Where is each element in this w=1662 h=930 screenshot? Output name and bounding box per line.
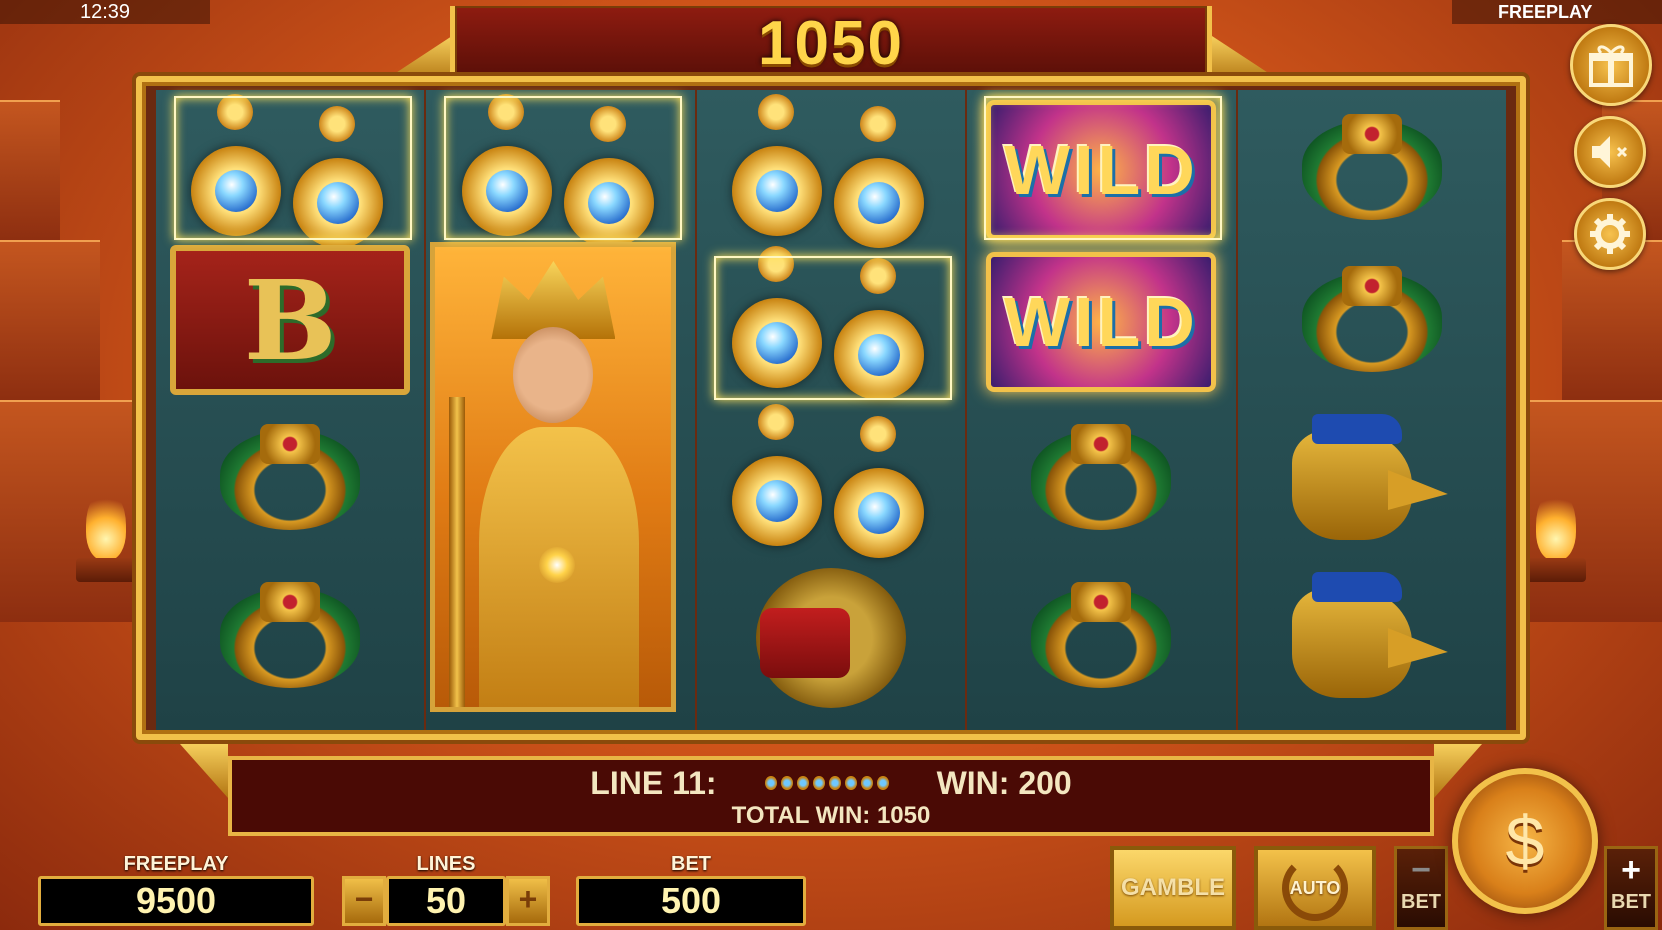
wild-label: WILD bbox=[1004, 283, 1199, 361]
lines-caption: LINES bbox=[416, 853, 476, 875]
plus-icon: + bbox=[1621, 851, 1641, 889]
bonus-b-icon: B bbox=[170, 245, 411, 395]
earring-icon bbox=[732, 94, 828, 236]
ring-icon bbox=[220, 424, 361, 530]
win-line-highlight bbox=[714, 256, 952, 400]
bet-increase-button[interactable]: + BET bbox=[1604, 846, 1658, 930]
minus-icon: − bbox=[1411, 851, 1431, 889]
money-bag-icon: $ bbox=[1505, 802, 1545, 880]
earring-icon bbox=[732, 404, 828, 546]
autoplay-button[interactable]: AUTO bbox=[1254, 846, 1376, 930]
bet-meter: BET 500 bbox=[576, 852, 806, 926]
wild-icon: WILD bbox=[986, 252, 1217, 392]
reel-3 bbox=[696, 90, 966, 730]
ring-icon bbox=[1301, 266, 1442, 372]
symbol-eagle-mask bbox=[1238, 558, 1506, 718]
symbol-earrings bbox=[697, 400, 965, 560]
eagle-mask-icon bbox=[1291, 568, 1452, 708]
settings-button[interactable] bbox=[1574, 198, 1646, 270]
info-ornament-left bbox=[180, 744, 228, 798]
win-amount: 1050 bbox=[758, 9, 904, 78]
win-line-highlight bbox=[444, 96, 682, 240]
winning-symbols-icon bbox=[764, 776, 889, 790]
torch-flame-icon bbox=[1536, 490, 1576, 560]
symbol-ring bbox=[156, 558, 424, 718]
reel-5 bbox=[1237, 90, 1507, 730]
earring-icon bbox=[834, 106, 930, 248]
win-amount-banner: 1050 bbox=[450, 6, 1212, 82]
symbol-aztec-queen bbox=[430, 242, 677, 712]
eagle-mask-icon bbox=[1291, 410, 1452, 550]
status-time: 12:39 bbox=[0, 0, 210, 24]
lines-value: 50 bbox=[386, 876, 506, 926]
symbol-bonus: B bbox=[156, 240, 424, 400]
sound-toggle-button[interactable] bbox=[1574, 116, 1646, 188]
symbol-ring bbox=[1238, 90, 1506, 250]
line-win-amount: WIN: 200 bbox=[936, 764, 1072, 801]
gear-icon bbox=[1590, 214, 1630, 254]
gift-button[interactable] bbox=[1570, 24, 1652, 106]
win-line-highlight bbox=[984, 96, 1222, 240]
dragon-mask-icon bbox=[756, 568, 907, 708]
gamble-button[interactable]: GAMBLE bbox=[1110, 846, 1236, 930]
freeplay-meter: FREEPLAY 9500 bbox=[38, 852, 314, 926]
total-win-label: TOTAL WIN: 1050 bbox=[731, 802, 931, 829]
ring-icon bbox=[1031, 582, 1172, 688]
lines-meter: LINES − 50 + bbox=[342, 852, 550, 926]
lines-increase-button[interactable]: + bbox=[506, 876, 550, 926]
ring-icon bbox=[1301, 114, 1442, 220]
win-line-highlight bbox=[174, 96, 412, 240]
bet-decrease-caption: BET bbox=[1401, 891, 1441, 913]
symbol-ring bbox=[967, 400, 1235, 560]
bonus-label: B bbox=[243, 255, 337, 385]
lines-decrease-button[interactable]: − bbox=[342, 876, 386, 926]
spin-button[interactable]: $ bbox=[1452, 768, 1598, 914]
win-line-label: LINE 11: bbox=[590, 764, 717, 801]
background-temple-left bbox=[0, 60, 150, 622]
symbol-ring bbox=[156, 400, 424, 560]
bet-caption: BET bbox=[671, 853, 711, 875]
ring-icon bbox=[1031, 424, 1172, 530]
autoplay-label: AUTO bbox=[1289, 877, 1341, 898]
sound-muted-icon bbox=[1592, 136, 1628, 168]
symbol-dragon-mask bbox=[697, 558, 965, 718]
freeplay-caption: FREEPLAY bbox=[123, 853, 229, 875]
ring-icon bbox=[220, 582, 361, 688]
win-info-bar: LINE 11: WIN: 200 TOTAL WIN: 1050 bbox=[228, 756, 1434, 836]
torch-flame-icon bbox=[86, 490, 126, 560]
symbol-ring bbox=[967, 558, 1235, 718]
gift-icon bbox=[1589, 45, 1633, 87]
status-mode: FREEPLAY bbox=[1452, 0, 1662, 24]
symbol-ring bbox=[1238, 242, 1506, 402]
earring-icon bbox=[834, 416, 930, 558]
symbol-earrings bbox=[697, 90, 965, 250]
bet-increase-caption: BET bbox=[1611, 891, 1651, 913]
symbol-wild: WILD bbox=[967, 242, 1235, 402]
freeplay-value: 9500 bbox=[38, 876, 314, 926]
symbol-eagle-mask bbox=[1238, 400, 1506, 560]
bet-decrease-button[interactable]: − BET bbox=[1394, 846, 1448, 930]
bet-value: 500 bbox=[576, 876, 806, 926]
